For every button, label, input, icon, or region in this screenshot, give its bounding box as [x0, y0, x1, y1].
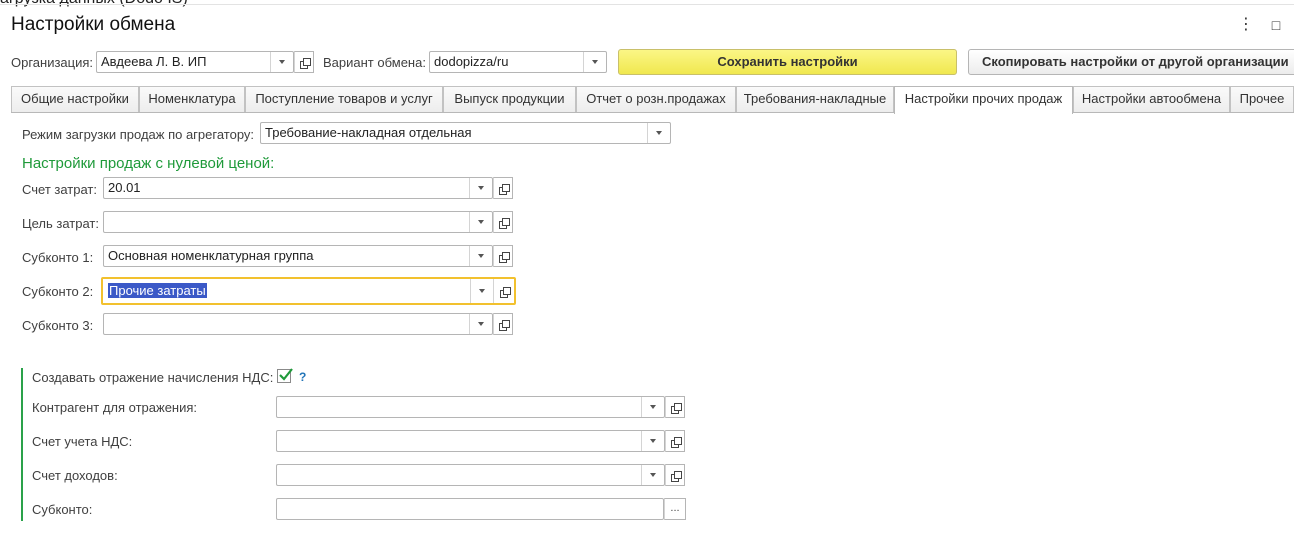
vat-account-open-button[interactable]: [665, 430, 685, 452]
cost-purpose-dropdown-icon[interactable]: [469, 212, 492, 232]
income-account-label: Счет доходов:: [32, 468, 118, 483]
cost-account-value[interactable]: 20.01: [104, 178, 469, 198]
tab-auto-exchange[interactable]: Настройки автообмена: [1073, 86, 1230, 112]
subconto-2-dropdown-icon[interactable]: [470, 279, 493, 303]
subconto-1-open-button[interactable]: [493, 245, 513, 267]
open-icon: [670, 402, 682, 414]
help-icon[interactable]: ?: [299, 370, 306, 384]
cost-account-dropdown-icon[interactable]: [469, 178, 492, 198]
copy-settings-button[interactable]: Скопировать настройки от другой организа…: [968, 49, 1294, 75]
subconto-2-open-button[interactable]: [493, 279, 514, 303]
subconto-2-label: Субконто 2:: [22, 284, 94, 299]
exchange-variant-field[interactable]: dodopizza/ru: [429, 51, 607, 73]
maximize-icon[interactable]: □: [1266, 14, 1286, 36]
subconto-1-label: Субконто 1:: [22, 250, 94, 265]
cost-account-open-button[interactable]: [493, 177, 513, 199]
subconto-3-open-button[interactable]: [493, 313, 513, 335]
aggregator-mode-field[interactable]: Требование-накладная отдельная: [260, 122, 671, 144]
tab-retail-report[interactable]: Отчет о розн.продажах: [576, 86, 736, 112]
income-account-value[interactable]: [277, 465, 641, 485]
cost-account-field[interactable]: 20.01: [103, 177, 493, 199]
subconto-1-field[interactable]: Основная номенклатурная группа: [103, 245, 493, 267]
vat-subconto-choose-button[interactable]: ...: [664, 498, 686, 520]
open-icon: [498, 319, 510, 331]
tab-other[interactable]: Прочее: [1230, 86, 1294, 112]
tab-general[interactable]: Общие настройки: [11, 86, 139, 112]
tab-nomenclature[interactable]: Номенклатура: [139, 86, 245, 112]
cost-account-label: Счет затрат:: [22, 182, 97, 197]
cost-purpose-open-button[interactable]: [493, 211, 513, 233]
open-icon: [498, 217, 510, 229]
subconto-2-value[interactable]: Прочие затраты: [103, 279, 470, 303]
exchange-variant-value[interactable]: dodopizza/ru: [430, 52, 583, 72]
more-actions-icon[interactable]: ⋮: [1236, 14, 1256, 36]
organization-open-button[interactable]: [294, 51, 314, 73]
cost-purpose-value[interactable]: [104, 212, 469, 232]
subconto-3-field[interactable]: [103, 313, 493, 335]
vat-subconto-label: Субконто:: [32, 502, 93, 517]
subconto-3-value[interactable]: [104, 314, 469, 334]
cost-purpose-field[interactable]: [103, 211, 493, 233]
subconto-2-field[interactable]: Прочие затраты: [101, 277, 516, 305]
exchange-variant-dropdown-icon[interactable]: [583, 52, 606, 72]
vat-counterparty-value[interactable]: [277, 397, 641, 417]
subconto-1-value[interactable]: Основная номенклатурная группа: [104, 246, 469, 266]
aggregator-mode-dropdown-icon[interactable]: [647, 123, 670, 143]
subconto-2-selected-text: Прочие затраты: [108, 283, 207, 298]
aggregator-mode-label: Режим загрузки продаж по агрегатору:: [22, 127, 255, 142]
organization-label: Организация:: [11, 55, 94, 70]
organization-value[interactable]: Авдеева Л. В. ИП: [97, 52, 270, 72]
tab-other-sales-settings[interactable]: Настройки прочих продаж: [894, 86, 1073, 114]
vat-subconto-value[interactable]: [277, 499, 663, 519]
vat-account-value[interactable]: [277, 431, 641, 451]
income-account-field[interactable]: [276, 464, 665, 486]
aggregator-mode-value[interactable]: Требование-накладная отдельная: [261, 123, 647, 143]
checkmark-icon: [279, 368, 293, 381]
open-icon: [499, 286, 511, 298]
income-account-dropdown-icon[interactable]: [641, 465, 664, 485]
window-title: Настройки обмена: [11, 14, 176, 35]
open-icon: [498, 251, 510, 263]
vat-account-label: Счет учета НДС:: [32, 434, 133, 449]
subconto-3-label: Субконто 3:: [22, 318, 94, 333]
tab-production-output[interactable]: Выпуск продукции: [443, 86, 576, 112]
open-icon: [670, 436, 682, 448]
cost-purpose-label: Цель затрат:: [22, 216, 99, 231]
create-vat-label: Создавать отражение начисления НДС:: [32, 370, 274, 385]
subconto-3-dropdown-icon[interactable]: [469, 314, 492, 334]
vat-account-field[interactable]: [276, 430, 665, 452]
subconto-1-dropdown-icon[interactable]: [469, 246, 492, 266]
vat-counterparty-field[interactable]: [276, 396, 665, 418]
save-settings-button[interactable]: Сохранить настройки: [618, 49, 957, 75]
vat-subconto-field[interactable]: [276, 498, 664, 520]
exchange-variant-label: Вариант обмена:: [323, 55, 426, 70]
open-icon: [498, 183, 510, 195]
zero-price-section-title: Настройки продаж с нулевой ценой:: [22, 155, 275, 172]
open-icon: [670, 470, 682, 482]
vat-group-bar: [21, 368, 23, 521]
income-account-open-button[interactable]: [665, 464, 685, 486]
open-icon: [299, 57, 311, 69]
create-vat-checkbox[interactable]: [277, 368, 293, 383]
vat-account-dropdown-icon[interactable]: [641, 431, 664, 451]
tab-requisitions[interactable]: Требования-накладные: [736, 86, 894, 112]
title-divider: [0, 4, 1294, 5]
vat-counterparty-label: Контрагент для отражения:: [32, 400, 198, 415]
vat-counterparty-open-button[interactable]: [665, 396, 685, 418]
organization-field[interactable]: Авдеева Л. В. ИП: [96, 51, 294, 73]
vat-counterparty-dropdown-icon[interactable]: [641, 397, 664, 417]
organization-dropdown-icon[interactable]: [270, 52, 293, 72]
tabs-baseline: [11, 112, 1294, 113]
tab-receipts[interactable]: Поступление товаров и услуг: [245, 86, 443, 112]
